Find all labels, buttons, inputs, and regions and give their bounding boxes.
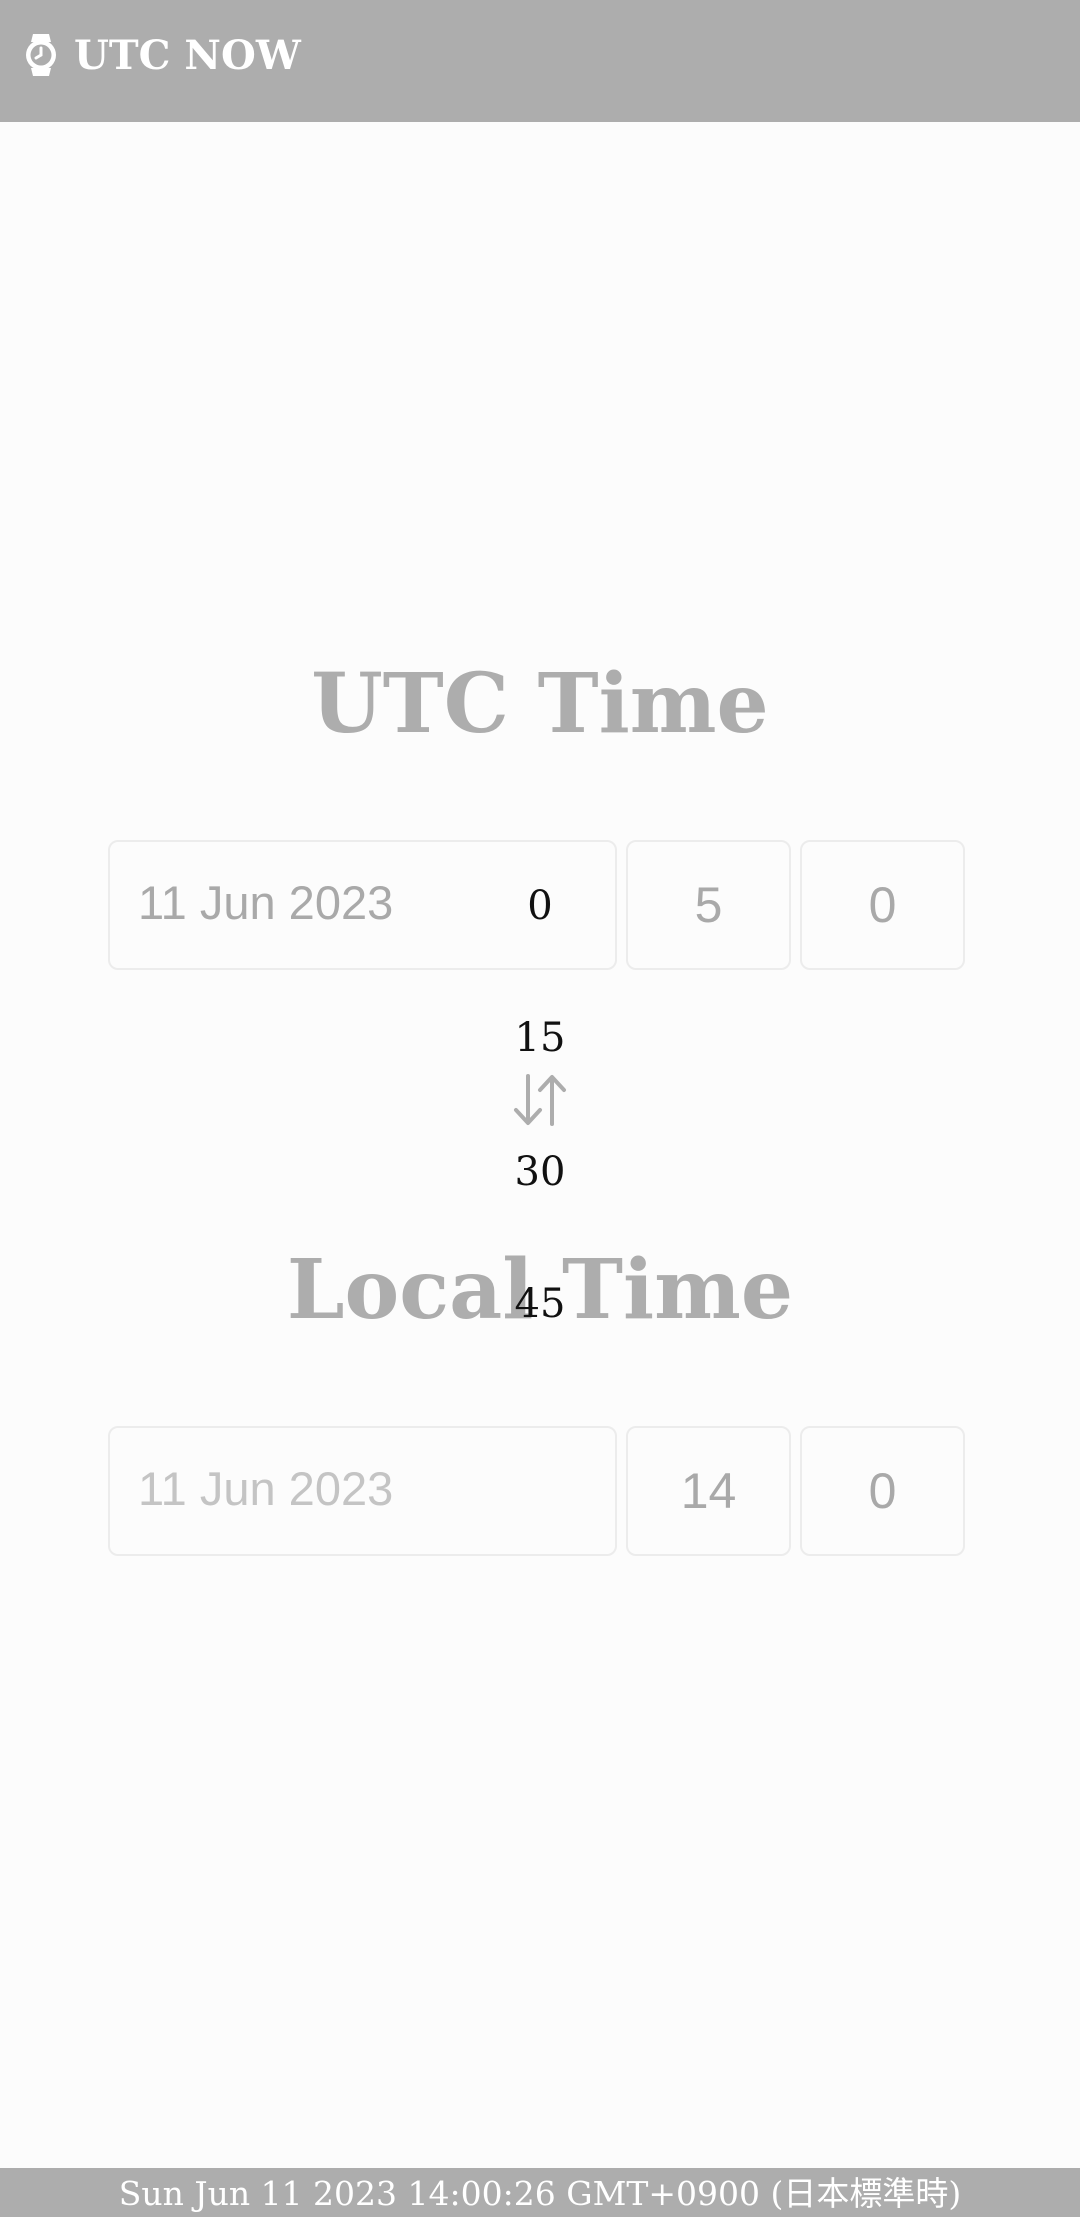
minute-option-15[interactable]: 15 xyxy=(0,1014,1080,1062)
app-screen: UTC NOW UTC Time 11 Jun 2023 5 0 Local T… xyxy=(0,0,1080,2217)
current-datetime-text: Sun Jun 11 2023 14:00:26 GMT+0900 (日本標準時… xyxy=(118,2174,962,2213)
local-minute-input[interactable]: 0 xyxy=(800,1426,965,1556)
utc-time-heading: UTC Time xyxy=(311,656,769,752)
swap-arrows-icon[interactable] xyxy=(512,1072,568,1128)
minute-option-45[interactable]: 45 xyxy=(0,1280,1080,1328)
local-date-input[interactable]: 11 Jun 2023 xyxy=(108,1426,617,1556)
minute-option-30[interactable]: 30 xyxy=(0,1148,1080,1196)
local-hour-value: 14 xyxy=(680,1463,737,1519)
app-header: UTC NOW xyxy=(0,0,1080,122)
local-minute-value: 0 xyxy=(868,1463,897,1519)
watch-icon xyxy=(26,34,56,76)
app-title: UTC NOW xyxy=(74,32,301,79)
minute-option-0[interactable]: 0 xyxy=(0,882,1080,930)
local-hour-input[interactable]: 14 xyxy=(626,1426,791,1556)
local-date-value: 11 Jun 2023 xyxy=(138,1462,394,1515)
